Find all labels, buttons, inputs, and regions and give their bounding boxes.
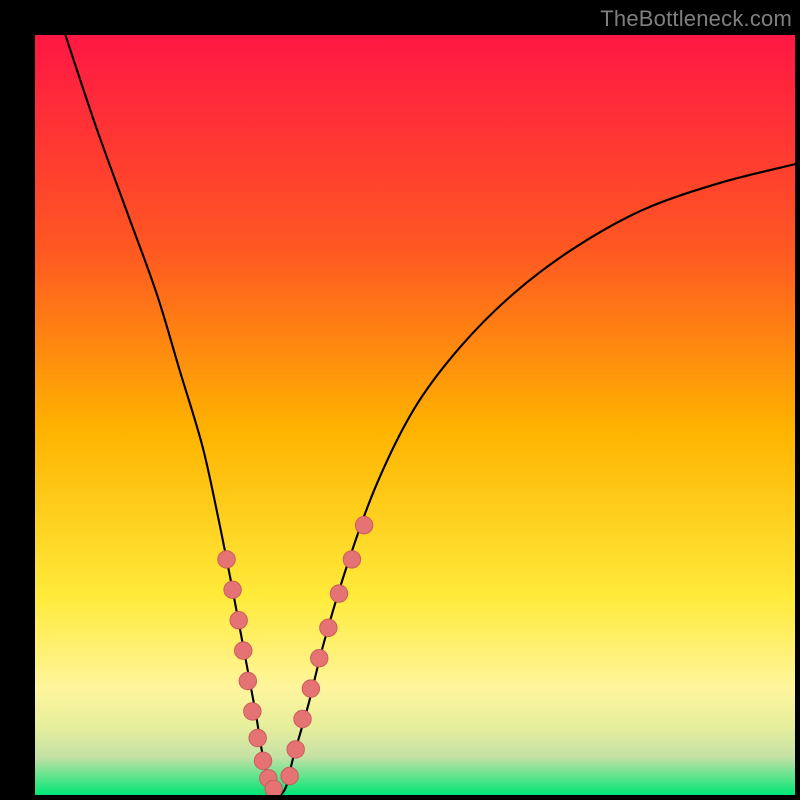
data-marker [343,551,360,568]
bottleneck-curve [65,35,795,795]
markers-left [218,551,283,795]
data-marker [230,611,247,628]
data-marker [355,516,372,533]
curve-layer [35,35,795,795]
watermark-text: TheBottleneck.com [600,6,792,32]
chart-frame: TheBottleneck.com [0,0,800,800]
data-marker [254,752,271,769]
data-marker [302,680,319,697]
markers-right [281,516,373,784]
data-marker [287,741,304,758]
data-marker [244,703,261,720]
data-marker [265,780,282,795]
data-marker [320,619,337,636]
data-marker [281,767,298,784]
data-marker [294,710,311,727]
data-marker [239,672,256,689]
data-marker [311,649,328,666]
data-marker [235,642,252,659]
data-marker [249,729,266,746]
plot-area [35,35,795,795]
data-marker [224,581,241,598]
data-marker [218,551,235,568]
data-marker [330,585,347,602]
